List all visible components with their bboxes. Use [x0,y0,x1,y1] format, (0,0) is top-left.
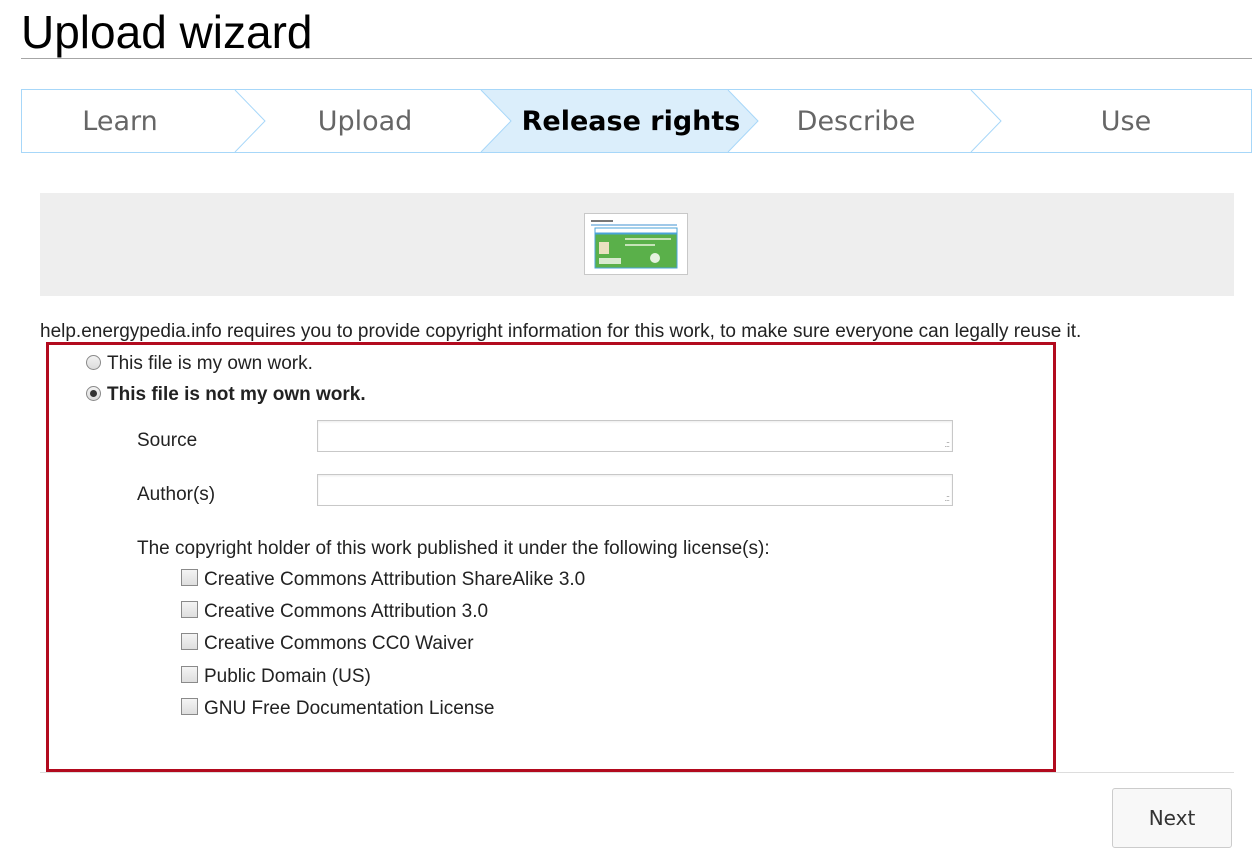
step-separator [970,90,1002,152]
step-release-rights: Release rights [521,106,741,137]
license-label: GNU Free Documentation License [204,698,495,719]
thumbnail-image [591,220,678,269]
license-checkbox[interactable] [181,666,198,683]
license-checkbox[interactable] [181,601,198,618]
license-option-cc-by-sa[interactable]: Creative Commons Attribution ShareAlike … [181,568,585,592]
not-own-work-option[interactable]: This file is not my own work. [86,383,366,407]
resize-grip-icon[interactable]: .:: [944,440,949,449]
license-checkbox[interactable] [181,698,198,715]
resize-grip-icon[interactable]: .:: [944,494,949,503]
next-button[interactable]: Next [1112,788,1232,848]
file-preview-area [40,193,1234,296]
not-own-work-radio[interactable] [86,386,101,401]
title-divider [21,58,1252,59]
wizard-steps: Learn Upload Release rights Describe Use [21,89,1252,153]
step-separator [234,90,266,152]
license-label: Creative Commons CC0 Waiver [204,633,474,654]
license-label: Public Domain (US) [204,666,371,687]
license-checkbox[interactable] [181,633,198,650]
source-label: Source [137,430,198,451]
author-label: Author(s) [137,484,216,505]
license-checkbox[interactable] [181,569,198,586]
license-option-public-domain[interactable]: Public Domain (US) [181,665,371,689]
step-learn: Learn [82,106,158,137]
license-intro-text: The copyright holder of this work publis… [137,538,770,559]
license-label: Creative Commons Attribution ShareAlike … [204,569,586,590]
step-use: Use [1100,106,1152,137]
license-option-gfdl[interactable]: GNU Free Documentation License [181,697,494,721]
own-work-radio[interactable] [86,355,101,370]
step-describe: Describe [796,106,916,137]
not-own-work-label: This file is not my own work. [107,384,366,405]
license-option-cc0[interactable]: Creative Commons CC0 Waiver [181,632,474,656]
footer-divider [40,772,1234,773]
author-field[interactable]: .:: [317,474,953,506]
step-upload: Upload [317,106,413,137]
copyright-intro-text: help.energypedia.info requires you to pr… [40,321,1082,342]
page-title: Upload wizard [21,6,313,58]
source-field[interactable]: .:: [317,420,953,452]
file-thumbnail[interactable] [584,213,688,275]
license-option-cc-by[interactable]: Creative Commons Attribution 3.0 [181,600,488,624]
license-label: Creative Commons Attribution 3.0 [204,601,489,622]
own-work-option[interactable]: This file is my own work. [86,352,313,376]
own-work-label: This file is my own work. [107,353,313,374]
